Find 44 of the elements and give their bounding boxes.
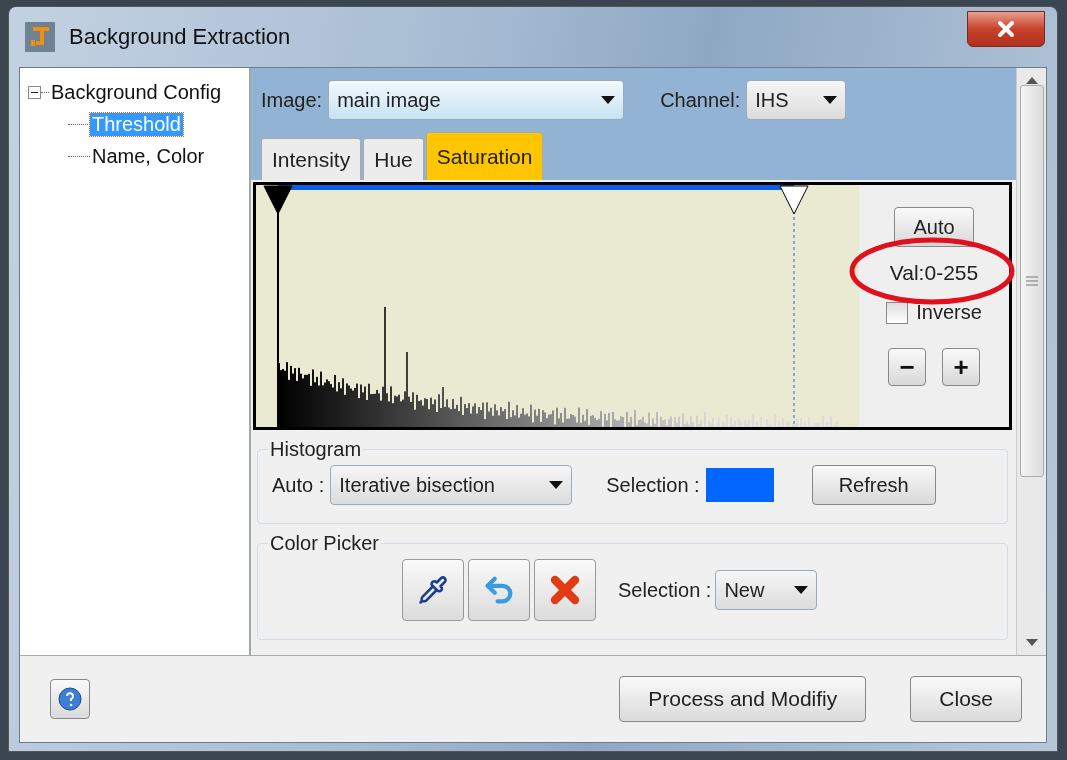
selection-label: Selection :	[618, 578, 712, 602]
tab[interactable]: Intensity	[261, 138, 362, 180]
eyedropper-icon	[418, 575, 448, 605]
image-dropdown[interactable]: main image	[328, 80, 625, 120]
method-dropdown[interactable]: Iterative bisection	[330, 465, 573, 505]
threshold-marker[interactable]	[779, 185, 809, 215]
selection-dropdown[interactable]: New	[715, 570, 818, 610]
scroll-thumb[interactable]	[1019, 85, 1044, 477]
scrollbar[interactable]	[1016, 68, 1046, 655]
caret-icon	[549, 481, 564, 489]
refresh-button[interactable]: Refresh	[811, 465, 936, 505]
eyedropper-button[interactable]	[402, 559, 464, 621]
tab[interactable]: Saturation	[425, 132, 544, 180]
auto-label: Auto :	[272, 473, 325, 497]
plus-button[interactable]: +	[942, 348, 980, 386]
grip-icon	[1025, 276, 1038, 286]
process-button[interactable]: Process and Modifiy	[619, 676, 867, 722]
help-icon	[58, 687, 82, 711]
threshold-marker[interactable]	[263, 185, 293, 215]
collapse-icon[interactable]	[28, 85, 41, 99]
app-icon	[25, 22, 55, 52]
inverse-label: Inverse	[916, 301, 982, 324]
close-button[interactable]	[967, 11, 1045, 47]
minus-button[interactable]: −	[888, 348, 926, 386]
channel-label: Channel:	[660, 88, 741, 112]
help-button[interactable]	[50, 679, 90, 719]
inverse-checkbox[interactable]	[886, 301, 909, 324]
window-title: Background Extraction	[69, 24, 292, 50]
close-button[interactable]: Close	[910, 676, 1022, 722]
caret-icon	[823, 96, 838, 104]
scroll-down-icon[interactable]	[1025, 639, 1038, 647]
delete-button[interactable]	[534, 559, 596, 621]
selection-swatch[interactable]	[705, 468, 774, 502]
caret-icon	[794, 586, 809, 594]
image-label: Image:	[261, 88, 323, 112]
tab[interactable]: Hue	[363, 138, 424, 180]
group-title: Histogram	[269, 438, 363, 461]
group-title: Color Picker	[269, 532, 380, 555]
selection-label: Selection :	[606, 473, 700, 497]
channel-dropdown[interactable]: IHS	[746, 80, 847, 120]
caret-icon	[601, 96, 616, 104]
tree-item[interactable]: Name, Color	[90, 144, 207, 168]
value-range: Val:0-255	[889, 261, 979, 285]
tree-item[interactable]: Background Config	[49, 80, 224, 104]
